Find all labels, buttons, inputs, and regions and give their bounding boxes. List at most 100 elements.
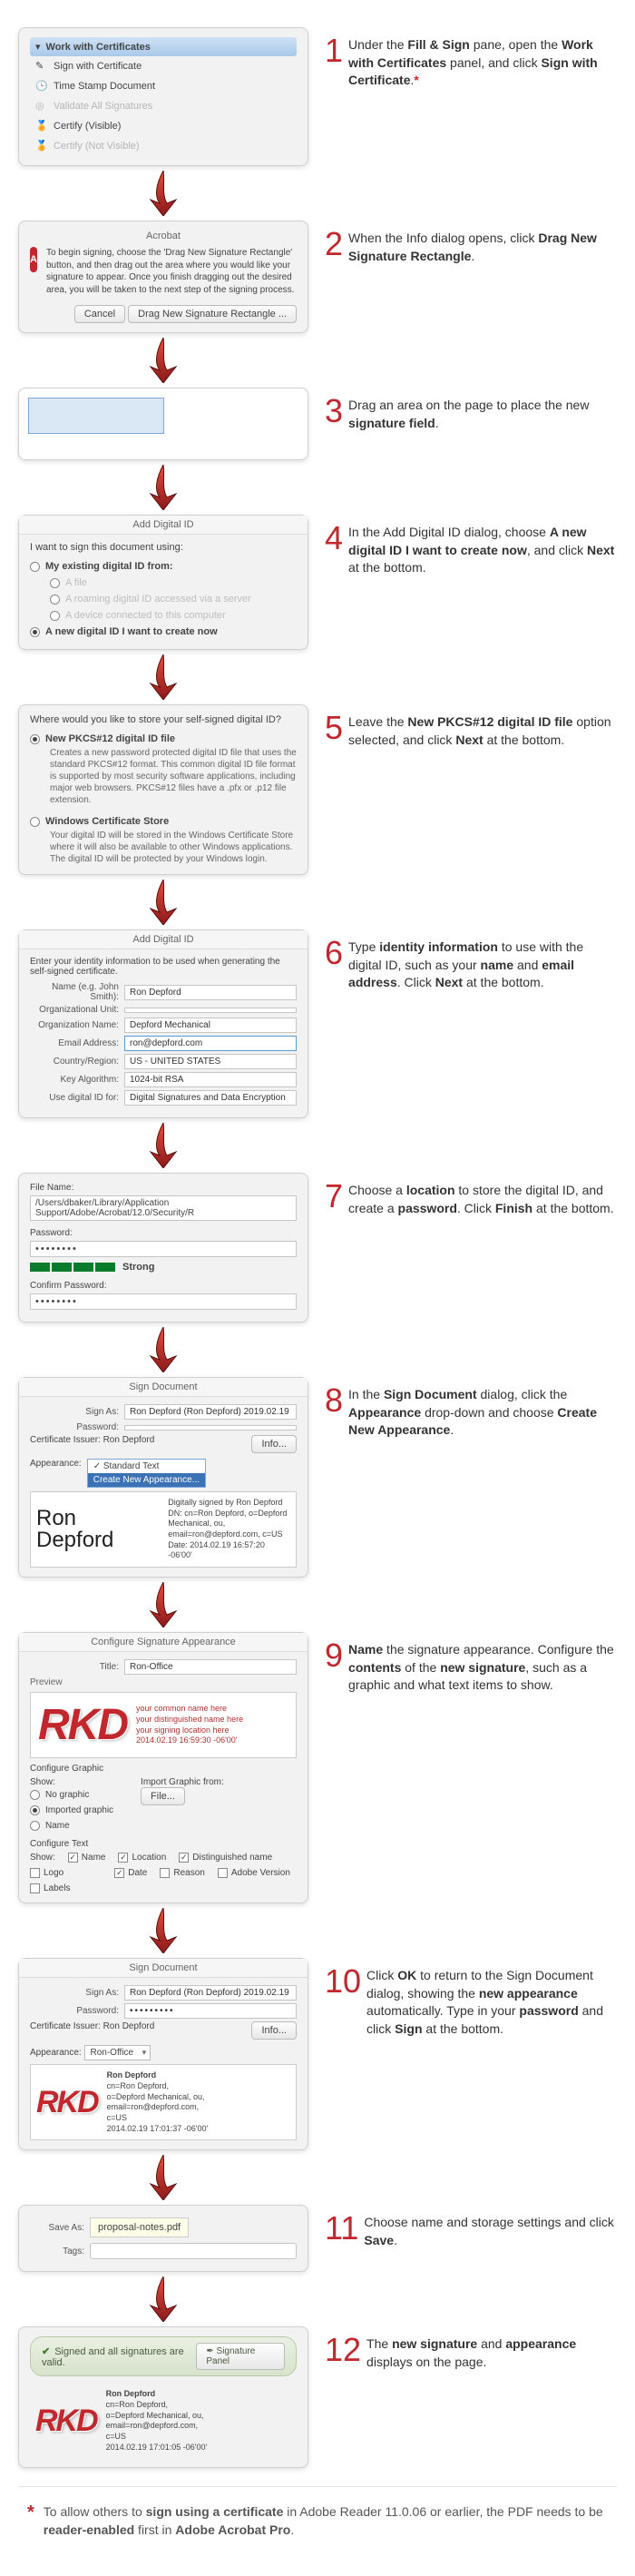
menu-validate-all: ◎Validate All Signatures (30, 96, 297, 116)
rkd-graphic: RKD (35, 2404, 97, 2439)
step-description: Choose a location to store the digital I… (348, 1182, 617, 1217)
screenshot-step-5: Where would you like to store your self-… (18, 704, 308, 875)
dialog-lead: Enter your identity information to be us… (30, 957, 297, 977)
screenshot-step-1: ▾ Work with Certificates ✎Sign with Cert… (18, 27, 308, 166)
step-number: 4 (325, 524, 343, 553)
radio-win-store[interactable]: Windows Certificate Store (30, 813, 297, 830)
save-as-input[interactable]: proposal-notes.pdf (90, 2217, 189, 2237)
screenshot-step-2: Acrobat A To begin signing, choose the '… (18, 221, 308, 333)
check-logo[interactable]: Logo (30, 1868, 64, 1878)
check-reason[interactable]: Reason (160, 1868, 204, 1878)
footnote-text: To allow others to sign using a certific… (44, 2503, 608, 2539)
ou-input[interactable] (124, 1008, 297, 1013)
country-select[interactable]: US - UNITED STATES (124, 1054, 297, 1069)
panel-header[interactable]: ▾ Work with Certificates (30, 37, 297, 56)
radio-roaming: A roaming digital ID accessed via a serv… (50, 591, 297, 607)
title-input[interactable]: Ron-Office (124, 1659, 297, 1675)
password-label: Password: (30, 1228, 297, 1238)
menu-certify-not-visible: 🏅Certify (Not Visible) (30, 136, 297, 156)
menu-time-stamp[interactable]: 🕒Time Stamp Document (30, 76, 297, 96)
signature-field-rect[interactable] (28, 398, 164, 434)
preview-text: your common name here your distinguished… (136, 1704, 243, 1746)
rkd-graphic: RKD (36, 2085, 98, 2120)
menu-sign-with-certificate[interactable]: ✎Sign with Certificate (30, 56, 297, 76)
radio-existing-id[interactable]: My existing digital ID from: (30, 558, 297, 575)
use-select[interactable]: Digital Signatures and Data Encryption (124, 1090, 297, 1106)
arrow-icon (145, 654, 181, 700)
dialog-title: Add Digital ID (19, 930, 308, 949)
confirm-password-label: Confirm Password: (30, 1281, 297, 1291)
info-button[interactable]: Info... (251, 2021, 297, 2040)
seal-icon: ◎ (35, 100, 48, 113)
check-labels[interactable]: Labels (30, 1883, 70, 1893)
screenshot-step-10: Sign Document Sign As:Ron Depford (Ron D… (18, 1958, 308, 2150)
screenshot-step-8: Sign Document Sign As:Ron Depford (Ron D… (18, 1377, 308, 1578)
dialog-title: Configure Signature Appearance (19, 1633, 308, 1652)
step-description: Leave the New PKCS#12 digital ID file op… (348, 713, 617, 749)
filename-input[interactable]: /Users/dbaker/Library/Application Suppor… (30, 1195, 297, 1221)
tags-input[interactable] (90, 2243, 297, 2259)
signature-panel-button[interactable]: ✒ Signature Panel (196, 2343, 285, 2370)
radio-name-graphic[interactable]: Name (30, 1818, 113, 1834)
signature-meta: Ron Depfordcn=Ron Depford, o=Depford Mec… (106, 2389, 208, 2453)
step-description: In the Sign Document dialog, click the A… (348, 1386, 617, 1440)
arrow-icon (145, 1123, 181, 1168)
footnote: * To allow others to sign using a certif… (18, 2486, 617, 2548)
confirm-password-input[interactable]: •••••••• (30, 1293, 297, 1310)
password-input[interactable]: •••••••• (30, 1241, 297, 1257)
create-new-appearance-option[interactable]: Create New Appearance... (88, 1473, 205, 1487)
screenshot-step-12: ✔Signed and all signatures are valid. ✒ … (18, 2326, 308, 2468)
pen-icon: ✎ (35, 60, 48, 73)
sign-as-select[interactable]: Ron Depford (Ron Depford) 2019.02.19 (124, 1985, 297, 2001)
dialog-lead: Where would you like to store your self-… (30, 714, 297, 725)
email-input[interactable]: ron@depford.com (124, 1036, 297, 1051)
rkd-graphic: RKD (38, 1700, 127, 1750)
password-input[interactable] (124, 1425, 297, 1431)
radio-no-graphic[interactable]: No graphic (30, 1787, 113, 1803)
step-number: 8 (325, 1386, 343, 1415)
ribbon-icon: 🏅 (35, 140, 48, 152)
step-number: 12 (325, 2335, 361, 2365)
name-input[interactable]: Ron Depford (124, 985, 297, 1000)
radio-imported-graphic[interactable]: Imported graphic (30, 1803, 113, 1818)
step-number: 6 (325, 939, 343, 968)
drag-rectangle-button[interactable]: Drag New Signature Rectangle ... (128, 305, 297, 323)
issuer-label: Certificate Issuer: Ron Depford (30, 2021, 154, 2040)
menu-certify-visible[interactable]: 🏅Certify (Visible) (30, 116, 297, 136)
check-location[interactable]: ✓Location (118, 1853, 166, 1863)
org-input[interactable]: Depford Mechanical (124, 1018, 297, 1033)
signature-meta: Ron Depfordcn=Ron Depford, o=Depford Mec… (107, 2070, 209, 2134)
appearance-select[interactable]: Ron-Office (84, 2045, 151, 2060)
dialog-title: Add Digital ID (19, 516, 308, 535)
arrow-icon (145, 1582, 181, 1627)
arrow-icon (145, 880, 181, 925)
step-number: 3 (325, 397, 343, 426)
step-description: Under the Fill & Sign pane, open the Wor… (348, 36, 617, 90)
radio-file: A file (50, 575, 297, 591)
radio-pkcs12[interactable]: New PKCS#12 digital ID file (30, 731, 297, 747)
step-number: 1 (325, 36, 343, 65)
strength-meter (30, 1263, 115, 1272)
signature-name: Ron Depford (36, 1508, 159, 1551)
issuer-label: Certificate Issuer: Ron Depford (30, 1435, 154, 1453)
file-button[interactable]: File... (141, 1787, 185, 1805)
appearance-dropdown[interactable]: ✓ Standard Text Create New Appearance... (87, 1459, 206, 1488)
step-description: Click OK to return to the Sign Document … (366, 1967, 617, 2038)
check-date[interactable]: ✓Date (114, 1868, 147, 1878)
pkcs12-desc: Creates a new password protected digital… (30, 747, 297, 806)
check-dn[interactable]: ✓Distinguished name (179, 1853, 272, 1863)
info-button[interactable]: Info... (251, 1435, 297, 1453)
check-version[interactable]: Adobe Version (218, 1868, 290, 1878)
sign-as-select[interactable]: Ron Depford (Ron Depford) 2019.02.19 (124, 1404, 297, 1420)
screenshot-step-4: Add Digital ID I want to sign this docum… (18, 515, 308, 650)
check-name[interactable]: ✓Name (68, 1853, 106, 1863)
password-input[interactable]: ••••••••• (124, 2003, 297, 2019)
clock-icon: 🕒 (35, 80, 48, 93)
step-number: 9 (325, 1641, 343, 1670)
step-number: 2 (325, 230, 343, 259)
step-number: 7 (325, 1182, 343, 1211)
cancel-button[interactable]: Cancel (74, 305, 125, 323)
key-algo-select[interactable]: 1024-bit RSA (124, 1072, 297, 1087)
screenshot-step-3 (18, 388, 308, 460)
radio-new-id[interactable]: A new digital ID I want to create now (30, 624, 297, 640)
